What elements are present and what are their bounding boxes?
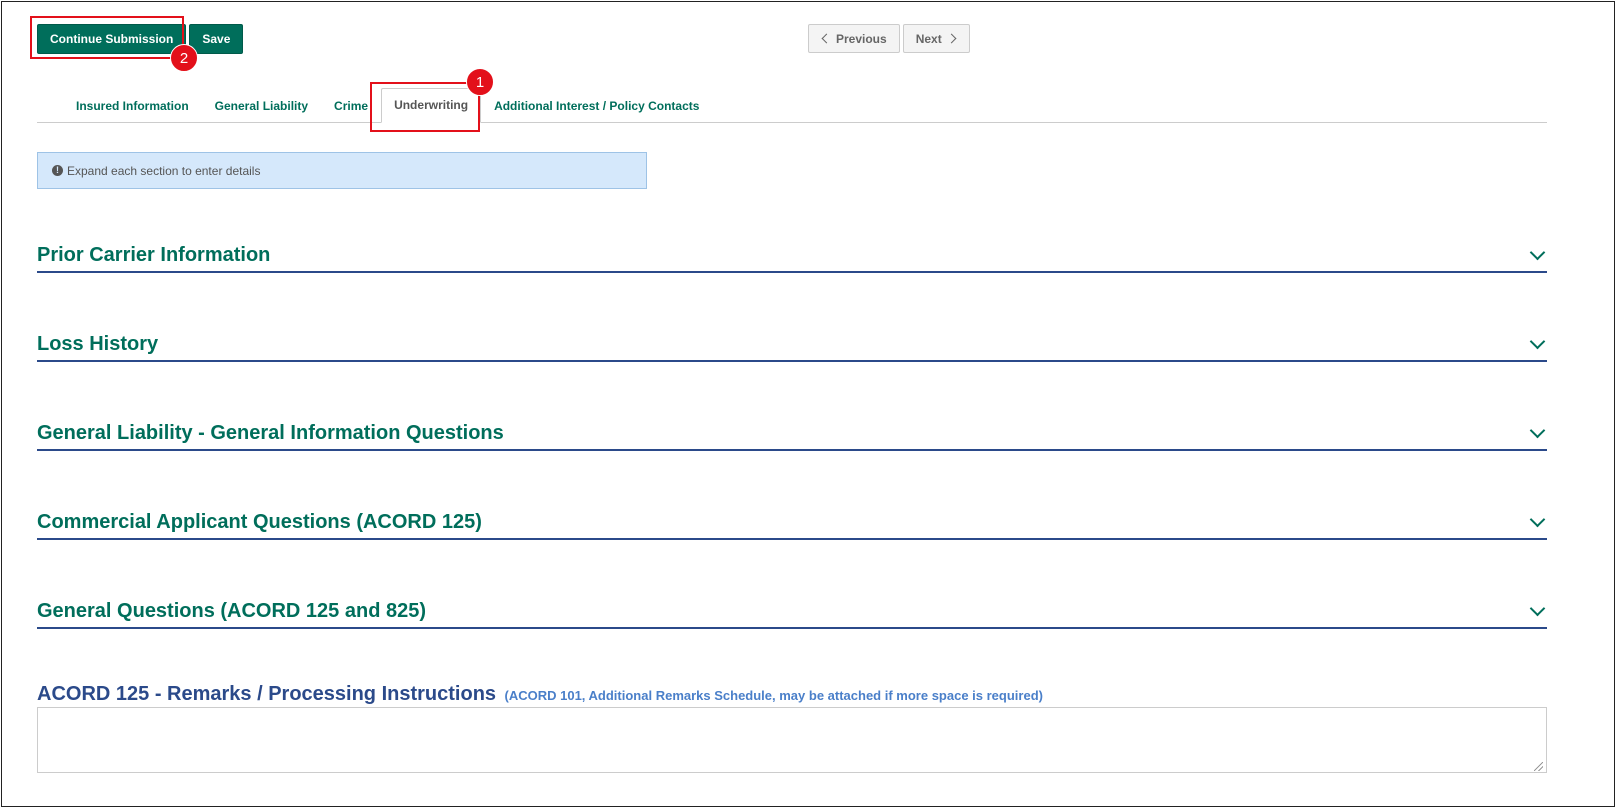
section-commercial-applicant[interactable]: Commercial Applicant Questions (ACORD 12… xyxy=(37,506,1547,540)
section-title: Prior Carrier Information xyxy=(37,243,271,266)
chevron-down-icon[interactable] xyxy=(1529,333,1546,349)
chevron-down-icon[interactable] xyxy=(1529,244,1546,260)
section-prior-carrier[interactable]: Prior Carrier Information xyxy=(37,239,1547,273)
previous-button[interactable]: Previous xyxy=(808,24,900,53)
section-loss-history[interactable]: Loss History xyxy=(37,328,1547,362)
pager: Previous Next xyxy=(808,24,970,53)
section-title: General Questions (ACORD 125 and 825) xyxy=(37,599,427,622)
remarks-title: ACORD 125 - Remarks / Processing Instruc… xyxy=(37,683,497,705)
info-message: Expand each section to enter details xyxy=(67,163,261,178)
tab-crime[interactable]: Crime xyxy=(321,99,381,122)
tab-bar: Insured Information General Liability Cr… xyxy=(37,86,1547,123)
resize-grip-icon[interactable] xyxy=(1534,762,1543,771)
save-button[interactable]: Save xyxy=(189,24,244,54)
next-button[interactable]: Next xyxy=(902,24,970,53)
continue-submission-button[interactable]: Continue Submission xyxy=(37,24,187,54)
tab-additional-interest[interactable]: Additional Interest / Policy Contacts xyxy=(481,99,712,122)
action-toolbar: Continue Submission Save xyxy=(37,24,244,54)
info-alert: ! Expand each section to enter details xyxy=(37,152,647,189)
chevron-right-icon xyxy=(946,33,957,44)
tab-general-liability[interactable]: General Liability xyxy=(202,99,321,122)
section-gl-general-information[interactable]: General Liability - General Information … xyxy=(37,417,1547,451)
previous-label: Previous xyxy=(836,31,887,46)
step-marker-2: 2 xyxy=(170,44,198,72)
remarks-textarea[interactable] xyxy=(37,707,1547,773)
remarks-note: (ACORD 101, Additional Remarks Schedule,… xyxy=(504,688,1043,703)
tab-underwriting[interactable]: Underwriting xyxy=(381,88,482,123)
chevron-down-icon[interactable] xyxy=(1529,422,1546,438)
section-general-questions[interactable]: General Questions (ACORD 125 and 825) xyxy=(37,595,1547,629)
tab-insured-information[interactable]: Insured Information xyxy=(37,99,202,122)
chevron-down-icon[interactable] xyxy=(1529,511,1546,527)
section-title: Loss History xyxy=(37,332,159,355)
remarks-heading: ACORD 125 - Remarks / Processing Instruc… xyxy=(37,683,1043,706)
section-title: General Liability - General Information … xyxy=(37,421,504,444)
info-circle-icon: ! xyxy=(52,165,63,176)
section-title: Commercial Applicant Questions (ACORD 12… xyxy=(37,510,482,533)
chevron-left-icon xyxy=(821,33,832,44)
page-frame: Continue Submission Save Previous Next I… xyxy=(1,1,1615,807)
step-marker-1: 1 xyxy=(466,68,494,96)
chevron-down-icon[interactable] xyxy=(1529,600,1546,616)
next-label: Next xyxy=(915,31,942,46)
